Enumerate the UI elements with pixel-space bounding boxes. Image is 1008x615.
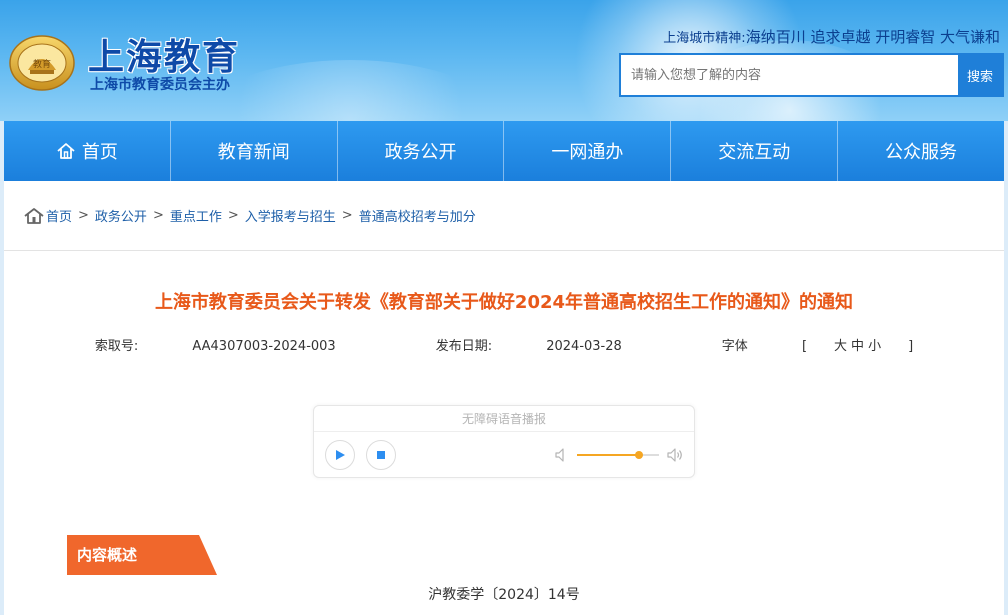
breadcrumb-separator: >	[78, 208, 89, 223]
breadcrumb-separator: >	[227, 208, 239, 223]
breadcrumb-item-admission[interactable]: 入学报考与招生	[245, 206, 336, 225]
emblem-logo-icon[interactable]: 教育	[8, 30, 76, 92]
search-box: 搜索	[619, 53, 1004, 97]
breadcrumb-separator: >	[341, 208, 353, 223]
date-value: 2024-03-28	[546, 339, 622, 354]
nav-item-interaction[interactable]: 交流互动	[671, 121, 839, 181]
nav-item-label: 公众服务	[885, 142, 958, 163]
nav-item-education-news[interactable]: 教育新闻	[171, 121, 338, 181]
index-number: 索取号: AA4307003-2024-003	[70, 335, 361, 354]
nav-item-public-services[interactable]: 公众服务	[838, 121, 1004, 181]
breadcrumb-separator: >	[152, 208, 164, 223]
font-size-switcher: 字体 [ 大中小]	[697, 335, 938, 354]
stop-button[interactable]	[366, 440, 396, 470]
font-bracket-close: ]	[908, 339, 914, 354]
home-icon	[57, 143, 75, 159]
nav-item-home[interactable]: 首页	[4, 121, 171, 181]
font-large-button[interactable]: 大	[834, 339, 847, 354]
nav-item-label: 交流互动	[718, 142, 791, 163]
breadcrumb-item-college-admission[interactable]: 普通高校招考与加分	[359, 206, 476, 225]
breadcrumb: 首页 > 政务公开 > 重点工作 > 入学报考与招生 > 普通高校招考与加分	[24, 206, 476, 225]
site-header: 教育 上海教育 上海市教育委员会主办 上海城市精神:海纳百川 追求卓越 开明睿智…	[0, 0, 1008, 121]
font-medium-button[interactable]: 中	[851, 339, 864, 354]
search-button[interactable]: 搜索	[958, 55, 1002, 95]
index-label: 索取号:	[94, 339, 139, 354]
nav-item-label: 教育新闻	[217, 142, 290, 163]
volume-high-icon[interactable]	[667, 447, 683, 463]
font-small-button[interactable]: 小	[868, 339, 881, 354]
play-button[interactable]	[325, 440, 355, 470]
city-spirit-text: 海纳百川 追求卓越 开明睿智 大气谦和	[745, 28, 1000, 46]
main-nav: 首页 教育新闻 政务公开 一网通办 交流互动 公众服务	[4, 121, 1004, 181]
audio-player-title: 无障碍语音播报	[314, 406, 694, 432]
home-icon	[24, 207, 44, 224]
section-tag-summary: 内容概述	[67, 535, 217, 575]
stop-icon	[377, 451, 385, 459]
article-meta: 索取号: AA4307003-2024-003 发布日期: 2024-03-28…	[4, 335, 1004, 354]
document-number: 沪教委学〔2024〕14号	[428, 587, 580, 603]
font-bracket-open: [	[801, 339, 808, 354]
nav-item-label: 一网通办	[551, 142, 624, 163]
volume-knob[interactable]	[634, 451, 643, 459]
nav-item-government-affairs[interactable]: 政务公开	[338, 121, 505, 181]
site-subtitle: 上海市教育委员会主办	[90, 77, 230, 93]
volume-slider[interactable]	[577, 451, 659, 459]
play-icon	[336, 450, 345, 460]
date-label: 发布日期:	[435, 339, 493, 354]
publish-date: 发布日期: 2024-03-28	[411, 335, 647, 354]
search-input[interactable]	[621, 55, 958, 95]
site-title[interactable]: 上海教育	[88, 28, 240, 80]
volume-low-icon[interactable]	[554, 447, 570, 463]
city-spirit: 上海城市精神:海纳百川 追求卓越 开明睿智 大气谦和	[663, 26, 1000, 47]
font-label: 字体	[721, 339, 748, 354]
nav-item-online-services[interactable]: 一网通办	[504, 121, 672, 181]
nav-item-label: 政务公开	[384, 142, 457, 163]
breadcrumb-item-government-affairs[interactable]: 政务公开	[95, 206, 147, 225]
audio-player: 无障碍语音播报	[313, 405, 695, 478]
breadcrumb-item-key-work[interactable]: 重点工作	[170, 206, 222, 225]
volume-fill	[577, 454, 639, 456]
divider	[4, 250, 1004, 251]
index-value: AA4307003-2024-003	[192, 339, 336, 354]
content-panel: 首页 > 政务公开 > 重点工作 > 入学报考与招生 > 普通高校招考与加分 上…	[4, 181, 1004, 615]
emblem-text: 教育	[33, 58, 51, 70]
city-spirit-label: 上海城市精神:	[663, 31, 746, 46]
nav-item-label: 首页	[81, 142, 118, 163]
article-title: 上海市教育委员会关于转发《教育部关于做好2024年普通高校招生工作的通知》的通知	[154, 292, 854, 313]
breadcrumb-item-home[interactable]: 首页	[46, 206, 72, 225]
header-glow	[200, 60, 500, 121]
